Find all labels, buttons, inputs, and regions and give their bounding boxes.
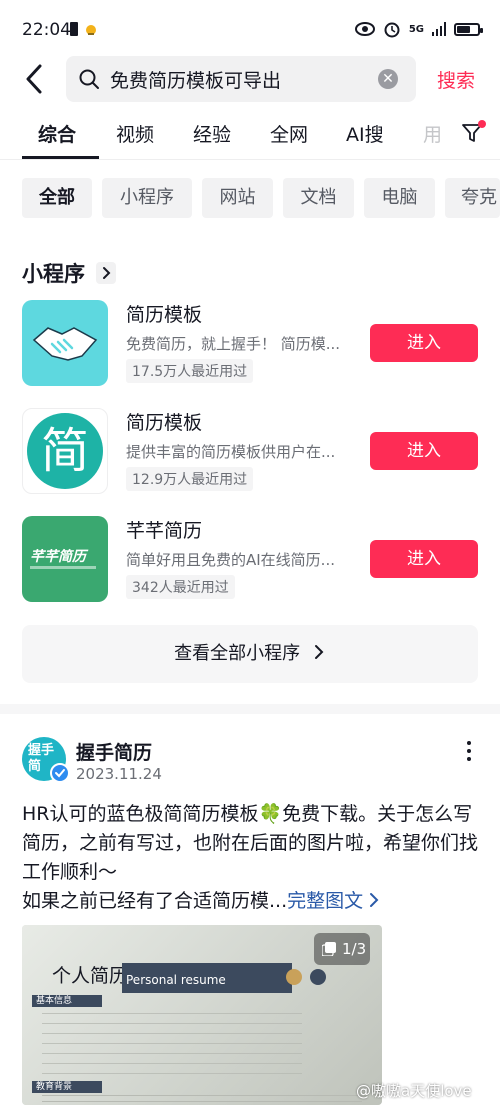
back-arrow-icon[interactable] xyxy=(20,62,50,96)
app-icon-text: 芊芊简历 xyxy=(30,549,86,565)
handshake-icon xyxy=(32,327,98,361)
filter-badge-dot xyxy=(478,120,486,128)
chip-mini-program[interactable]: 小程序 xyxy=(102,178,192,218)
post-date: 2023.11.24 xyxy=(76,765,162,783)
app-usage-count: 342人最近用过 xyxy=(126,575,235,599)
resume-title: 个人简历 xyxy=(52,965,129,987)
chip-document[interactable]: 文档 xyxy=(283,178,354,218)
chip-all[interactable]: 全部 xyxy=(22,178,92,218)
gallery-icon xyxy=(322,942,336,956)
status-right-icons: 5G xyxy=(354,20,483,38)
mini-program-item[interactable]: 简 简历模板 提供丰富的简历模板供用户在... 12.9万人最近用过 进入 xyxy=(22,408,480,498)
chevron-right-icon xyxy=(370,893,379,907)
tab-user[interactable]: 用 xyxy=(423,120,442,147)
resume-text-lines xyxy=(42,1013,302,1077)
resume-icon-1 xyxy=(286,969,302,985)
network-label: 5G xyxy=(408,23,424,35)
watermark: @嗷嗷a天使love xyxy=(356,1082,472,1100)
app-name: 简历模板 xyxy=(126,412,203,434)
tab-experience[interactable]: 经验 xyxy=(193,120,231,147)
app-usage-count: 12.9万人最近用过 xyxy=(126,467,254,491)
post-text: HR认可的蓝色极简简历模板🍀免费下载。关于怎么写简历，之前有写过，也附在后面的图… xyxy=(22,803,479,912)
section-arrow[interactable] xyxy=(96,262,116,284)
eye-icon xyxy=(354,22,375,36)
resume-app-icon: 简 xyxy=(22,408,108,494)
resume-section-label: 基本信息 xyxy=(32,995,102,1007)
more-options-icon[interactable] xyxy=(462,740,476,762)
qianqian-app-icon: 芊芊简历 xyxy=(22,516,108,602)
mini-program-item[interactable]: 简历模板 免费简历，就上握手！ 简历模... 17.5万人最近用过 进入 xyxy=(22,300,480,390)
section-title[interactable]: 小程序 xyxy=(22,258,85,288)
tab-whole-web[interactable]: 全网 xyxy=(270,120,308,147)
sim-icon xyxy=(70,22,78,36)
app-description: 免费简历，就上握手！ 简历模... xyxy=(126,335,341,353)
chevron-right-icon xyxy=(103,267,111,279)
enter-button[interactable]: 进入 xyxy=(370,540,478,578)
post-author[interactable]: 握手简历 xyxy=(76,738,152,765)
tab-ai-search[interactable]: AI搜 xyxy=(346,120,384,147)
full-text-label: 完整图文 xyxy=(287,890,364,912)
search-query: 免费简历模板可导出 xyxy=(110,70,282,92)
status-bar: 22:04 5G xyxy=(0,0,500,60)
resume-text-lines xyxy=(42,1095,362,1105)
app-description: 提供丰富的简历模板供用户在... xyxy=(126,443,336,461)
full-text-link[interactable]: 完整图文 xyxy=(287,890,379,912)
notification-icon xyxy=(86,25,96,35)
tab-indicator xyxy=(22,156,99,159)
clear-icon[interactable]: ✕ xyxy=(378,69,398,89)
enter-button[interactable]: 进入 xyxy=(370,432,478,470)
tab-video[interactable]: 视频 xyxy=(116,120,154,147)
app-description: 简单好用且免费的AI在线简历... xyxy=(126,551,335,569)
chevron-right-icon xyxy=(314,645,324,659)
status-left-icons xyxy=(70,22,98,36)
app-icon-glyph: 简 xyxy=(27,413,103,489)
alarm-icon xyxy=(384,22,400,38)
app-name: 简历模板 xyxy=(126,304,203,326)
search-button[interactable]: 搜索 xyxy=(437,66,475,93)
app-usage-count: 17.5万人最近用过 xyxy=(126,359,254,383)
handshake-app-icon xyxy=(22,300,108,386)
mini-program-item[interactable]: 芊芊简历 芊芊简历 简单好用且免费的AI在线简历... 342人最近用过 进入 xyxy=(22,516,480,606)
chip-website[interactable]: 网站 xyxy=(202,178,273,218)
view-all-label: 查看全部小程序 xyxy=(174,643,301,664)
resume-icon-2 xyxy=(310,969,326,985)
chip-quark[interactable]: 夸克 xyxy=(445,178,500,218)
chip-computer[interactable]: 电脑 xyxy=(364,178,435,218)
search-icon xyxy=(79,69,99,89)
signal-icon xyxy=(432,22,446,36)
search-header: 免费简历模板可导出 ✕ 搜索 xyxy=(0,56,500,102)
enter-button[interactable]: 进入 xyxy=(370,324,478,362)
app-name: 芊芊简历 xyxy=(126,520,203,542)
view-all-mini-programs-button[interactable]: 查看全部小程序 xyxy=(22,625,478,683)
verified-badge-icon xyxy=(50,763,70,783)
app-icon-decoration xyxy=(30,566,96,569)
avatar[interactable]: 握手简 xyxy=(22,737,70,783)
battery-icon xyxy=(454,22,483,36)
resume-section-label: 教育背景 xyxy=(32,1081,102,1093)
image-counter-label: 1/3 xyxy=(342,940,367,958)
tab-bar: 综合 视频 经验 全网 AI搜 用 xyxy=(0,116,500,160)
post-body[interactable]: HR认可的蓝色极简简历模板🍀免费下载。关于怎么写简历，之前有写过，也附在后面的图… xyxy=(22,800,482,916)
resume-subtitle: Personal resume xyxy=(126,973,226,987)
status-time: 22:04 xyxy=(22,20,71,40)
image-counter: 1/3 xyxy=(314,933,370,965)
section-divider xyxy=(0,704,500,714)
filter-button[interactable] xyxy=(460,120,488,148)
tab-comprehensive[interactable]: 综合 xyxy=(38,120,76,147)
search-input[interactable]: 免费简历模板可导出 ✕ xyxy=(66,56,416,102)
